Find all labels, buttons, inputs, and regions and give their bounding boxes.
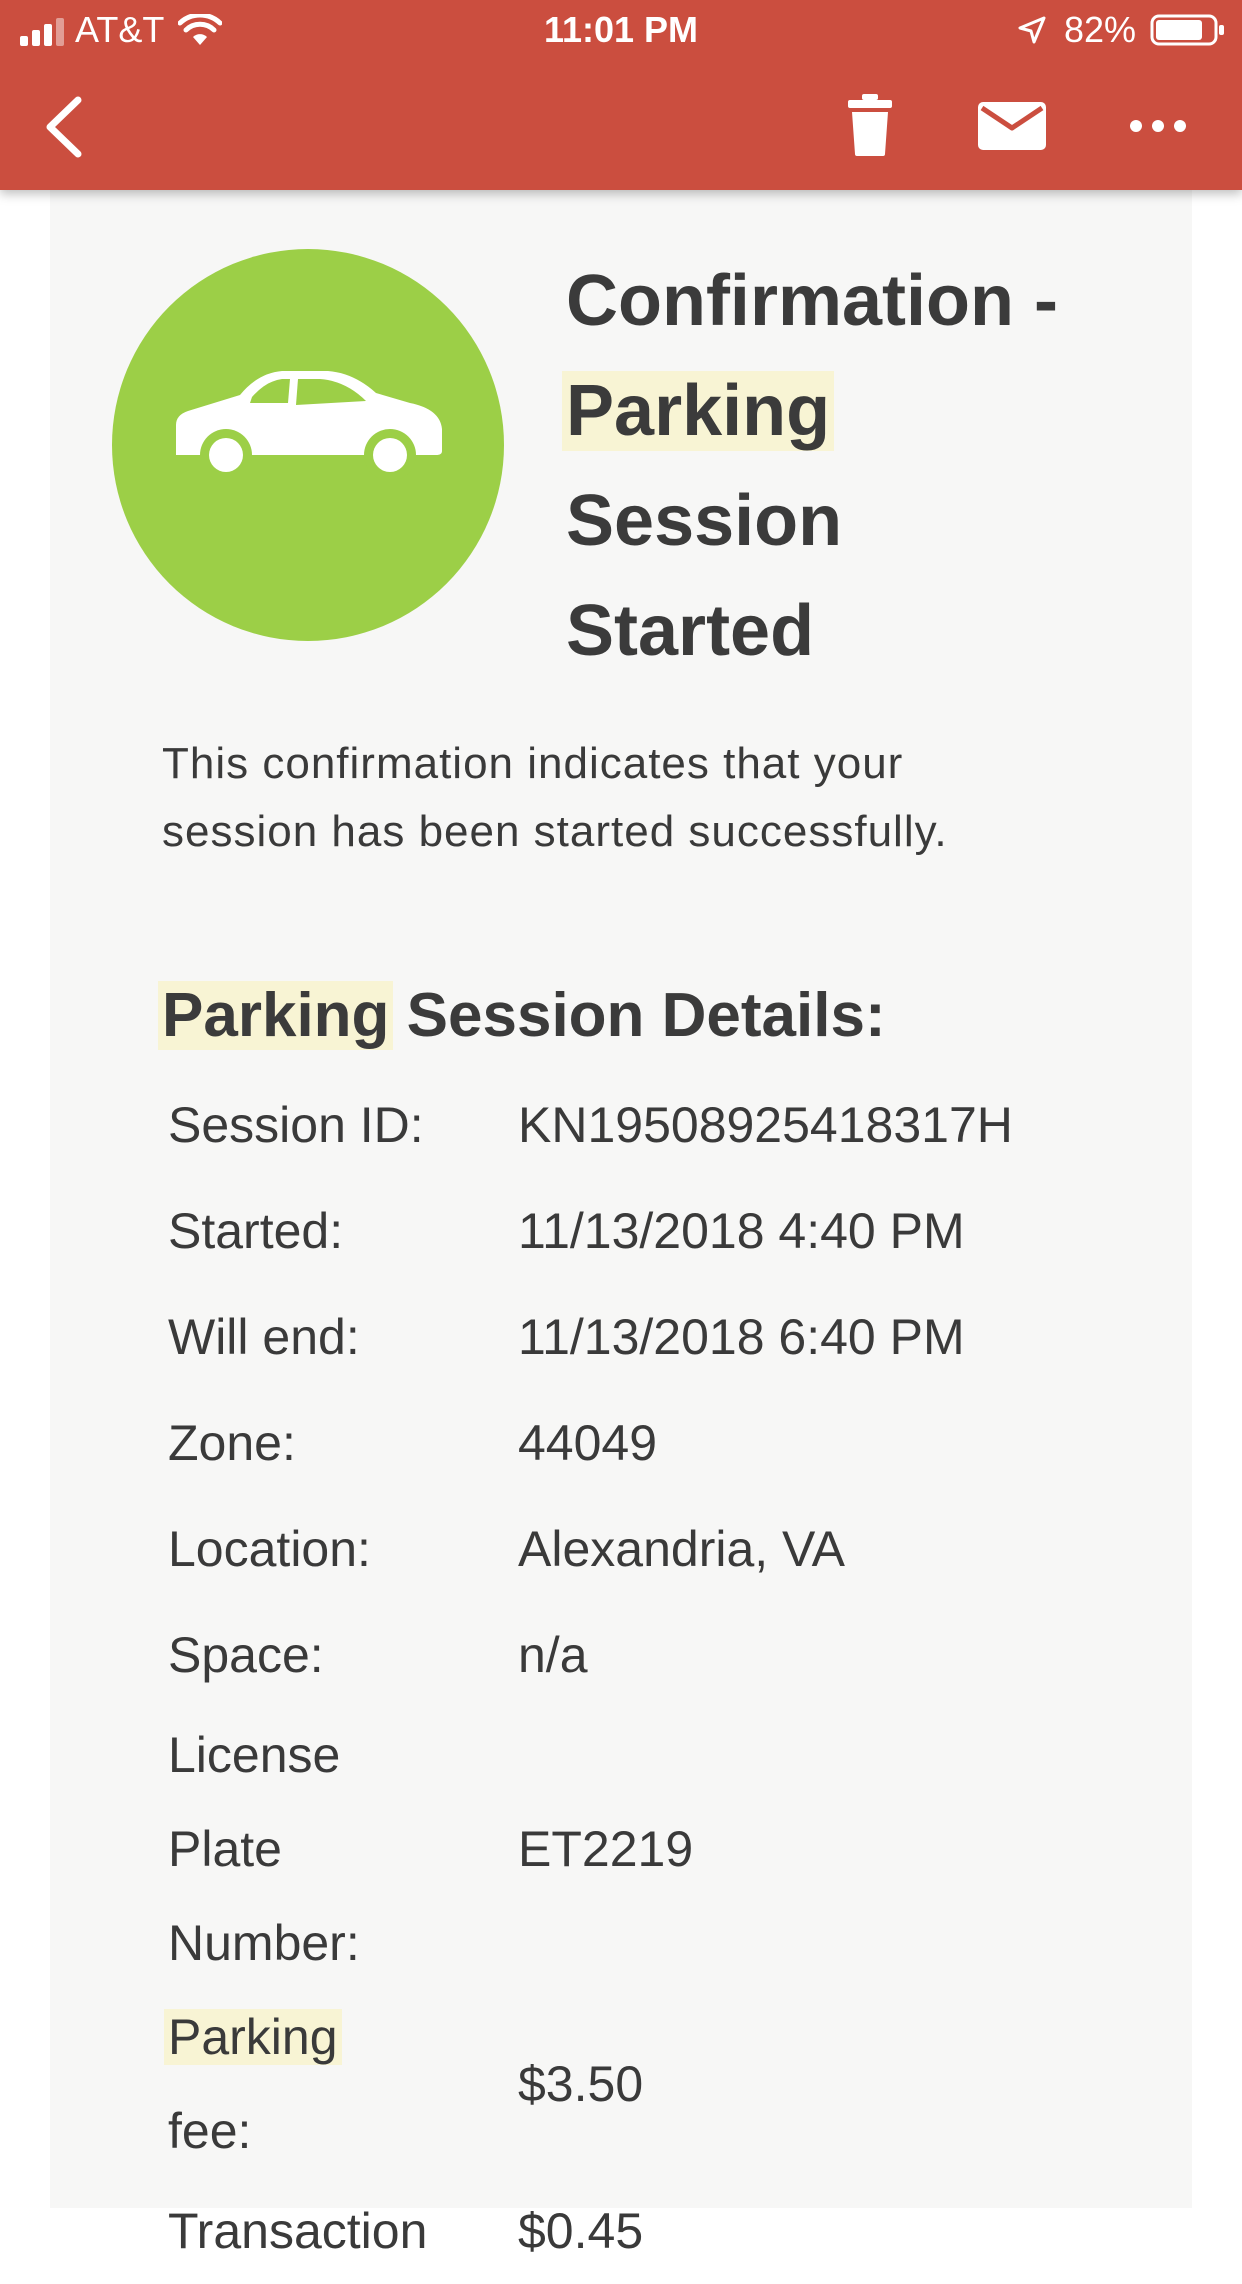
detail-label: Started:: [168, 1203, 344, 1259]
detail-label-line: Plate: [168, 1821, 282, 1877]
status-time: 11:01 PM: [543, 9, 699, 50]
detail-label: Session ID:: [168, 1097, 424, 1153]
title-line-3: Session: [566, 481, 843, 561]
table-row: License Plate Number: ET2219: [160, 1708, 1021, 1990]
battery-percentage: 82%: [1064, 9, 1137, 50]
parking-car-badge: [112, 249, 504, 641]
battery-level-fill: [1156, 20, 1202, 40]
email-title: Confirmation - Parking Session Started: [562, 246, 1206, 686]
detail-label: Will end:: [168, 1309, 360, 1365]
app-header: AT&T 11:01 PM 82%: [0, 0, 1242, 190]
detail-value: $0.45: [518, 2203, 644, 2259]
detail-value[interactable]: 11/13/2018 4:40 PM: [510, 1178, 1021, 1284]
table-row: Location: Alexandria, VA: [160, 1496, 1021, 1602]
table-row: Space: n/a: [160, 1602, 1021, 1708]
table-row: Zone: 44049: [160, 1390, 1021, 1496]
detail-value: ET2219: [518, 1821, 694, 1877]
table-row: Parking fee: $3.50: [160, 1990, 1021, 2178]
detail-value[interactable]: KN19508925418317H: [510, 1072, 1021, 1178]
detail-label-line: Number:: [168, 1915, 360, 1971]
status-bar: AT&T 11:01 PM 82%: [0, 0, 1242, 62]
battery-icon: [1150, 14, 1224, 46]
search-highlight: Parking: [158, 981, 394, 1050]
detail-label-line: Transaction: [168, 2203, 428, 2259]
detail-value: 44049: [518, 1415, 658, 1471]
section-heading: Parking Session Details:: [158, 970, 886, 1062]
detail-label: Location:: [168, 1521, 371, 1577]
delete-button[interactable]: [840, 92, 900, 158]
table-row: Started: 11/13/2018 4:40 PM: [160, 1178, 1021, 1284]
more-options-button[interactable]: [1126, 106, 1190, 146]
search-highlight: Parking: [164, 2009, 342, 2065]
detail-label-line: License: [168, 1727, 341, 1783]
detail-label: License Plate Number:: [160, 1708, 510, 1990]
detail-value[interactable]: 11/13/2018 6:40 PM: [510, 1284, 1021, 1390]
table-row: Transaction $0.45: [160, 2178, 1021, 2284]
location-arrow-icon: [1018, 16, 1046, 44]
detail-label: Parking fee:: [160, 1990, 510, 2178]
confirmation-message: This confirmation indicates that your se…: [162, 730, 1062, 866]
message-line-2: session has been started successfully.: [162, 807, 948, 856]
detail-label-text: fee:: [168, 2103, 252, 2159]
email-toolbar: [0, 62, 1242, 190]
table-row: Session ID: KN19508925418317H: [160, 1072, 1021, 1178]
title-line-1: Confirmation -: [566, 261, 1058, 341]
detail-value: n/a: [518, 1627, 588, 1683]
car-icon: [176, 371, 442, 479]
message-line-1: This confirmation indicates that your: [162, 739, 904, 788]
section-heading-text: Session Details:: [389, 981, 886, 1050]
back-chevron-icon: [46, 96, 82, 158]
detail-value: $3.50: [518, 2056, 644, 2112]
detail-label: Space:: [168, 1627, 324, 1683]
more-icon: [1130, 120, 1186, 132]
session-details-table: Session ID: KN19508925418317H Started: 1…: [160, 1072, 1021, 2284]
trash-icon: [848, 94, 892, 156]
detail-value[interactable]: Alexandria, VA: [510, 1496, 1021, 1602]
detail-label: Zone:: [168, 1415, 296, 1471]
title-line-2: Parking: [562, 356, 1206, 466]
detail-label: Transaction: [160, 2178, 510, 2284]
title-line-4: Started: [566, 591, 815, 671]
back-button[interactable]: [36, 92, 96, 162]
search-highlight: Parking: [562, 371, 835, 451]
table-row: Will end: 11/13/2018 6:40 PM: [160, 1284, 1021, 1390]
mark-unread-button[interactable]: [976, 98, 1048, 154]
mail-icon: [978, 102, 1046, 150]
